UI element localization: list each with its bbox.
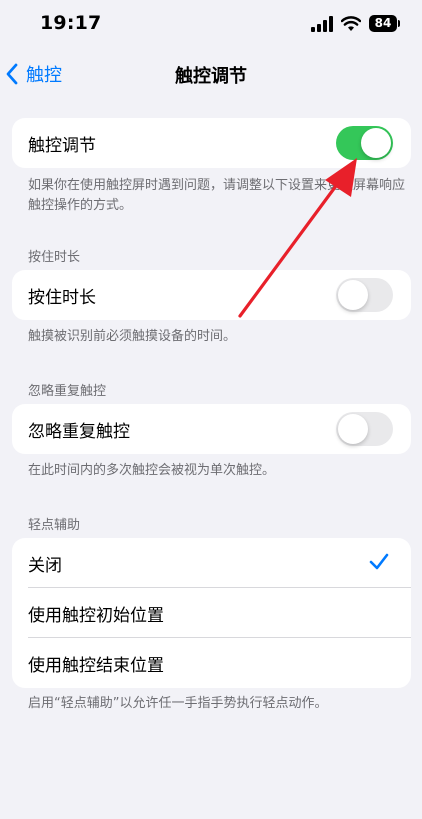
ignore-repeat-footer: 在此时间内的多次触控会被视为单次触控。 <box>28 463 276 478</box>
touch-accommodations-footer: 如果你在使用触控屏时遇到问题，请调整以下设置来更改屏幕响应触控操作的方式。 <box>28 178 406 213</box>
nav-bar: 触控 触控调节 <box>0 52 422 96</box>
tap-assistance-option-initial[interactable]: 使用触控初始位置 <box>12 588 411 638</box>
touch-accommodations-label: 触控调节 <box>28 135 96 156</box>
wifi-icon <box>341 16 361 31</box>
tap-assistance-option-label: 使用触控初始位置 <box>28 605 164 626</box>
battery-tip <box>398 20 400 27</box>
status-bar: 19:17 84 <box>0 0 422 48</box>
tap-assistance-option-final[interactable]: 使用触控结束位置 <box>12 638 411 688</box>
ignore-repeat-label: 忽略重复触控 <box>28 421 130 442</box>
page-title: 触控调节 <box>175 66 247 87</box>
status-time: 19:17 <box>40 12 102 34</box>
hold-duration-row: 按住时长 <box>12 270 411 320</box>
toggle-knob <box>361 128 391 158</box>
tap-assistance-group: 关闭 使用触控初始位置 使用触控结束位置 <box>12 538 411 688</box>
tap-assistance-option-off[interactable]: 关闭 <box>12 538 411 588</box>
touch-accommodations-row: 触控调节 <box>12 118 411 168</box>
battery-icon: 84 <box>369 15 397 32</box>
ignore-repeat-toggle[interactable] <box>336 412 393 446</box>
hold-duration-label: 按住时长 <box>28 287 96 308</box>
tap-assistance-option-label: 使用触控结束位置 <box>28 655 164 676</box>
checkmark-icon <box>369 553 389 570</box>
hold-duration-footer: 触摸被识别前必须触摸设备的时间。 <box>28 329 237 344</box>
hold-duration-group: 按住时长 <box>12 270 411 320</box>
screen: 19:17 84 触控 触控调节 触控调节 如果你在使用触控屏时遇到问题，请调整… <box>0 0 422 819</box>
toggle-knob <box>338 280 368 310</box>
signal-icon <box>311 16 333 32</box>
tap-assistance-header: 轻点辅助 <box>28 518 81 533</box>
tap-assistance-footer: 启用“轻点辅助”以允许任一手指手势执行轻点动作。 <box>28 696 328 711</box>
toggle-knob <box>338 414 368 444</box>
tap-assistance-option-label: 关闭 <box>28 555 62 576</box>
touch-accommodations-group: 触控调节 <box>12 118 411 168</box>
touch-accommodations-toggle[interactable] <box>336 126 393 160</box>
hold-duration-header: 按住时长 <box>28 250 81 265</box>
ignore-repeat-group: 忽略重复触控 <box>12 404 411 454</box>
ignore-repeat-row: 忽略重复触控 <box>12 404 411 454</box>
ignore-repeat-header: 忽略重复触控 <box>28 384 107 399</box>
hold-duration-toggle[interactable] <box>336 278 393 312</box>
